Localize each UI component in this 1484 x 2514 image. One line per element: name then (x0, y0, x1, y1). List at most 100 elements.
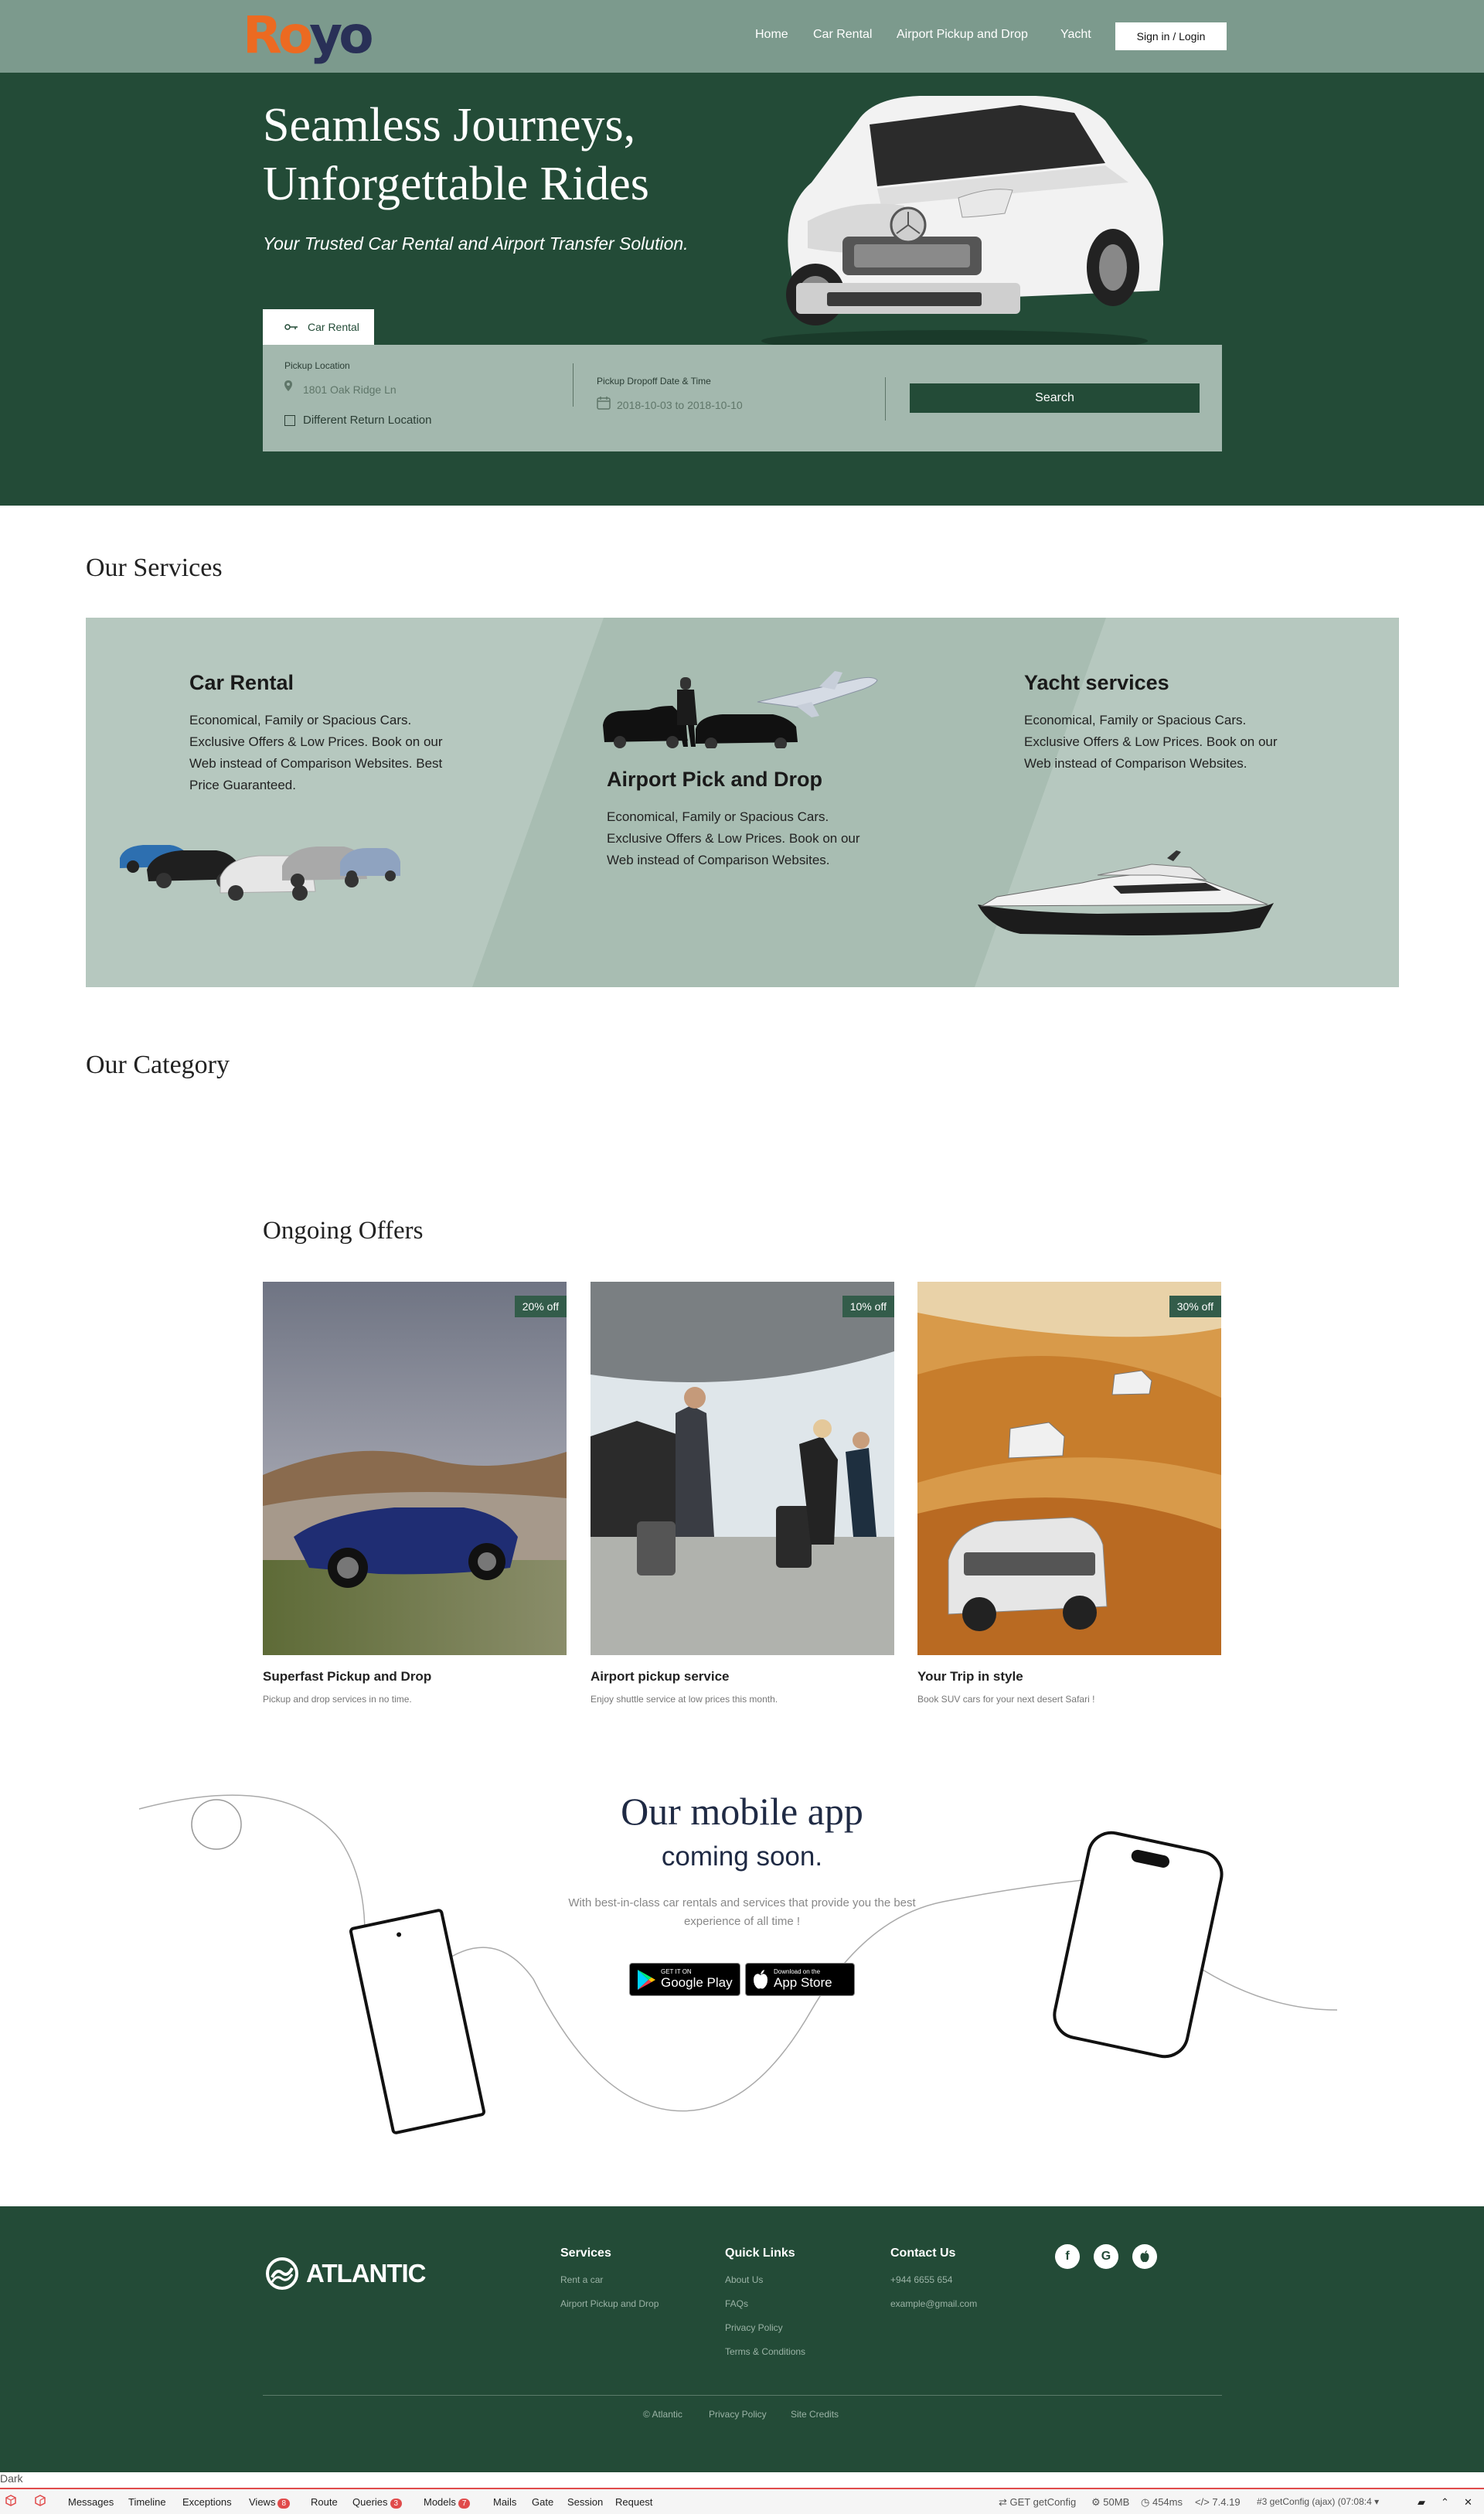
service-desc-car-rental: Economical, Family or Spacious Cars. Exc… (189, 713, 443, 792)
offer-desc: Book SUV cars for your next desert Safar… (917, 1694, 1095, 1705)
debug-time: ◷ 454ms (1141, 2496, 1183, 2508)
offer-card-image[interactable]: 10% off (591, 1282, 894, 1655)
footer-privacy-link[interactable]: Privacy Policy (709, 2409, 767, 2420)
service-title-airport: Airport Pick and Drop (607, 768, 823, 791)
nav-yacht[interactable]: Yacht (1060, 28, 1091, 42)
footer-credits-link[interactable]: Site Credits (791, 2409, 839, 2420)
sign-in-button[interactable]: Sign in / Login (1115, 22, 1227, 50)
debug-php-version: </> 7.4.19 (1195, 2496, 1241, 2508)
form-divider (573, 363, 574, 407)
discount-badge: 10% off (842, 1296, 894, 1317)
discount-badge: 20% off (514, 1296, 567, 1317)
debug-tab-queries[interactable]: Queries 3 (352, 2496, 403, 2509)
sports-car-photo (263, 1282, 567, 1655)
count-badge: 7 (458, 2499, 471, 2509)
car-fleet-image (120, 845, 400, 901)
tab-car-rental[interactable]: Car Rental (263, 309, 374, 345)
airport-pickup-photo (591, 1282, 894, 1655)
footer-phone[interactable]: +944 6655 654 (890, 2274, 952, 2285)
debug-tab-route[interactable]: Route (311, 2496, 338, 2508)
pickup-location-label: Pickup Location (284, 360, 350, 371)
debug-tab-exceptions[interactable]: Exceptions (182, 2496, 232, 2508)
debug-tab-views[interactable]: Views 8 (249, 2496, 291, 2509)
brand-logo[interactable]: Royo (243, 5, 374, 66)
offer-title[interactable]: Superfast Pickup and Drop (263, 1669, 431, 1685)
app-description: With best-in-class car rentals and servi… (568, 1896, 916, 1928)
nav-car-rental[interactable]: Car Rental (813, 28, 872, 42)
footer-link[interactable]: FAQs (725, 2298, 748, 2309)
form-divider (885, 377, 886, 421)
app-decorative-doodle (138, 1794, 1338, 2134)
footer-link[interactable]: About Us (725, 2274, 763, 2285)
service-title-yacht: Yacht services (1024, 671, 1169, 694)
nav-airport-pickup[interactable]: Airport Pickup and Drop (897, 28, 1028, 42)
laravel-icon[interactable] (34, 2495, 49, 2509)
footer-contact-heading: Contact Us (890, 2247, 956, 2260)
footer-services-heading: Services (560, 2247, 611, 2260)
footer-logo[interactable]: ATLANTIC (266, 2257, 427, 2290)
services-title: Our Services (86, 554, 223, 582)
apple-icon (754, 1969, 768, 1988)
pickup-location-input[interactable]: 1801 Oak Ridge Ln (303, 383, 397, 396)
offer-title[interactable]: Your Trip in style (917, 1669, 1023, 1685)
offer-card-image[interactable]: 30% off (917, 1282, 1221, 1655)
date-range-input[interactable]: 2018-10-03 to 2018-10-10 (617, 399, 743, 411)
debug-ajax-select[interactable]: #3 getConfig (ajax) (07:08:4 ▾ (1257, 2496, 1379, 2507)
google-play-button[interactable]: GET IT ON Google Play (629, 1963, 740, 1996)
different-return-label: Different Return Location (303, 414, 432, 427)
category-title: Our Category (86, 1051, 230, 1079)
offer-card-image[interactable]: 20% off (263, 1282, 567, 1655)
airport-transfer-image (603, 671, 878, 748)
debug-tab-messages[interactable]: Messages (68, 2496, 114, 2508)
footer-link[interactable]: Airport Pickup and Drop (560, 2298, 659, 2309)
desert-safari-photo (917, 1282, 1221, 1655)
service-title-car-rental: Car Rental (189, 671, 294, 694)
app-subtitle: coming soon. (661, 1841, 823, 1872)
calendar-icon (597, 397, 611, 410)
google-icon[interactable]: G (1094, 2244, 1118, 2269)
yacht-image (978, 850, 1274, 935)
nav-home[interactable]: Home (755, 28, 788, 42)
laravel-icon[interactable] (5, 2495, 20, 2509)
debug-tab-gate[interactable]: Gate (532, 2496, 553, 2508)
apple-icon (1140, 2250, 1149, 2263)
debug-tab-request[interactable]: Request (615, 2496, 652, 2508)
car-key-icon (284, 324, 298, 330)
count-badge: 3 (390, 2499, 403, 2509)
footer-link[interactable]: Terms & Conditions (725, 2346, 805, 2357)
hero-car-image (761, 96, 1163, 352)
offer-desc: Pickup and drop services in no time. (263, 1694, 412, 1705)
debug-tab-timeline[interactable]: Timeline (128, 2496, 166, 2508)
footer-email[interactable]: example@gmail.com (890, 2298, 977, 2309)
count-badge: 8 (277, 2499, 291, 2509)
google-play-icon (638, 1969, 655, 1990)
service-desc-airport: Economical, Family or Spacious Cars. Exc… (607, 809, 860, 867)
footer-copyright: © Atlantic (643, 2409, 682, 2420)
location-pin-icon (284, 380, 292, 391)
debug-tab-models[interactable]: Models 7 (424, 2496, 471, 2509)
date-label: Pickup Dropoff Date & Time (597, 376, 711, 387)
atlantic-logo-icon (266, 2257, 298, 2290)
footer-link[interactable]: Rent a car (560, 2274, 603, 2285)
folder-icon[interactable]: ▰ (1418, 2496, 1425, 2509)
search-button[interactable]: Search (910, 383, 1200, 413)
app-store-button[interactable]: Download on the App Store (745, 1963, 855, 1996)
offer-title[interactable]: Airport pickup service (591, 1669, 730, 1685)
footer-divider (263, 2395, 1222, 2396)
hero-subtitle: Your Trusted Car Rental and Airport Tran… (263, 233, 689, 254)
hero-title: Seamless Journeys, Unforgettable Rides (263, 99, 649, 210)
footer-quick-links-heading: Quick Links (725, 2247, 795, 2260)
debug-memory: ⚙ 50MB (1091, 2496, 1130, 2508)
debug-request-info: ⇄ GET getConfig (999, 2496, 1077, 2508)
facebook-icon[interactable]: f (1055, 2244, 1080, 2269)
apple-social-icon[interactable] (1132, 2244, 1157, 2269)
theme-label: Dark (0, 2472, 23, 2485)
different-return-checkbox[interactable] (284, 415, 295, 426)
footer-link[interactable]: Privacy Policy (725, 2322, 783, 2333)
debug-tab-mails[interactable]: Mails (493, 2496, 516, 2508)
close-icon[interactable]: ✕ (1464, 2496, 1472, 2509)
debug-tab-session[interactable]: Session (567, 2496, 603, 2508)
discount-badge: 30% off (1169, 1296, 1221, 1317)
chevron-up-icon[interactable]: ⌃ (1441, 2496, 1449, 2509)
offers-title: Ongoing Offers (263, 1217, 424, 1245)
